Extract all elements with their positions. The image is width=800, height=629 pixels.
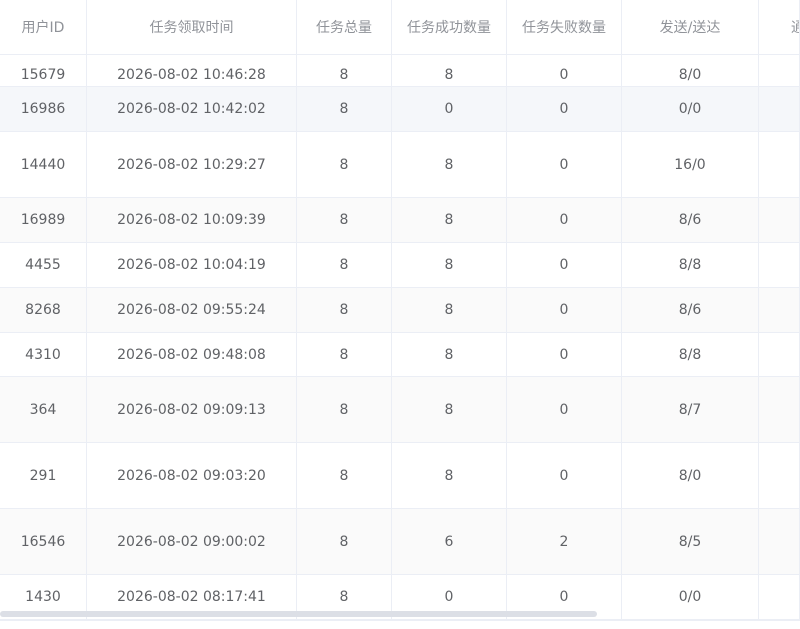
cell-user-id: 364 xyxy=(0,377,87,442)
cell-sent-delivered: 8/5 xyxy=(622,509,759,574)
cell-partial xyxy=(759,377,800,442)
cell-partial xyxy=(759,443,800,508)
table-row[interactable]: 8268 2026-08-02 09:55:24 8 8 0 8/6 xyxy=(0,288,800,333)
table-row[interactable]: 16989 2026-08-02 10:09:39 8 8 0 8/6 xyxy=(0,198,800,243)
cell-success-count: 8 xyxy=(392,132,507,197)
cell-fail-count: 0 xyxy=(507,243,622,287)
cell-success-count: 6 xyxy=(392,509,507,574)
table-row[interactable]: 4455 2026-08-02 10:04:19 8 8 0 8/8 xyxy=(0,243,800,288)
cell-fail-count: 0 xyxy=(507,87,622,131)
table-row[interactable]: 364 2026-08-02 09:09:13 8 8 0 8/7 xyxy=(0,377,800,443)
cell-task-total: 8 xyxy=(297,377,392,442)
table-row[interactable]: 14440 2026-08-02 10:29:27 8 8 0 16/0 xyxy=(0,132,800,198)
cell-user-id: 4455 xyxy=(0,243,87,287)
cell-partial xyxy=(759,198,800,242)
cell-sent-delivered: 8/7 xyxy=(622,377,759,442)
column-header-fail-count[interactable]: 任务失败数量 xyxy=(507,0,622,54)
column-header-sent-delivered[interactable]: 发送/送达 xyxy=(622,0,759,54)
cell-task-total: 8 xyxy=(297,509,392,574)
cell-claim-time: 2026-08-02 10:29:27 xyxy=(87,132,297,197)
cell-sent-delivered: 0/0 xyxy=(622,87,759,131)
cell-fail-count: 0 xyxy=(507,198,622,242)
cell-task-total: 8 xyxy=(297,443,392,508)
cell-partial xyxy=(759,243,800,287)
cell-success-count: 8 xyxy=(392,243,507,287)
table-body: 15679 2026-08-02 10:46:28 8 8 0 8/0 1698… xyxy=(0,0,800,620)
cell-sent-delivered: 8/0 xyxy=(622,443,759,508)
cell-sent-delivered: 8/6 xyxy=(622,198,759,242)
cell-success-count: 8 xyxy=(392,198,507,242)
cell-partial xyxy=(759,509,800,574)
cell-user-id: 16989 xyxy=(0,198,87,242)
cell-user-id: 16986 xyxy=(0,87,87,131)
cell-success-count: 8 xyxy=(392,377,507,442)
cell-claim-time: 2026-08-02 09:48:08 xyxy=(87,333,297,376)
horizontal-scrollbar[interactable] xyxy=(0,611,800,619)
column-header-task-total[interactable]: 任务总量 xyxy=(297,0,392,54)
cell-sent-delivered: 8/8 xyxy=(622,243,759,287)
cell-fail-count: 0 xyxy=(507,288,622,332)
column-header-partial[interactable]: 通 xyxy=(759,0,800,54)
cell-fail-count: 0 xyxy=(507,377,622,442)
column-header-user-id[interactable]: 用户ID xyxy=(0,0,87,54)
cell-claim-time: 2026-08-02 09:03:20 xyxy=(87,443,297,508)
cell-task-total: 8 xyxy=(297,87,392,131)
cell-sent-delivered: 8/6 xyxy=(622,288,759,332)
cell-success-count: 8 xyxy=(392,333,507,376)
cell-claim-time: 2026-08-02 09:09:13 xyxy=(87,377,297,442)
column-header-claim-time[interactable]: 任务领取时间 xyxy=(87,0,297,54)
cell-task-total: 8 xyxy=(297,333,392,376)
cell-claim-time: 2026-08-02 10:04:19 xyxy=(87,243,297,287)
cell-fail-count: 0 xyxy=(507,443,622,508)
cell-user-id: 291 xyxy=(0,443,87,508)
cell-partial xyxy=(759,87,800,131)
horizontal-scrollbar-thumb[interactable] xyxy=(0,611,597,617)
cell-task-total: 8 xyxy=(297,243,392,287)
cell-sent-delivered: 16/0 xyxy=(622,132,759,197)
cell-partial xyxy=(759,288,800,332)
data-table: 用户ID 任务领取时间 任务总量 任务成功数量 任务失败数量 发送/送达 通 1… xyxy=(0,0,800,629)
cell-fail-count: 0 xyxy=(507,132,622,197)
cell-user-id: 4310 xyxy=(0,333,87,376)
table-row[interactable]: 291 2026-08-02 09:03:20 8 8 0 8/0 xyxy=(0,443,800,509)
cell-user-id: 16546 xyxy=(0,509,87,574)
cell-user-id: 8268 xyxy=(0,288,87,332)
cell-success-count: 8 xyxy=(392,288,507,332)
cell-fail-count: 2 xyxy=(507,509,622,574)
table-bottom-border xyxy=(0,620,800,621)
cell-fail-count: 0 xyxy=(507,333,622,376)
cell-partial xyxy=(759,132,800,197)
cell-task-total: 8 xyxy=(297,288,392,332)
cell-claim-time: 2026-08-02 10:09:39 xyxy=(87,198,297,242)
cell-task-total: 8 xyxy=(297,198,392,242)
cell-claim-time: 2026-08-02 09:55:24 xyxy=(87,288,297,332)
table-row[interactable]: 16986 2026-08-02 10:42:02 8 0 0 0/0 xyxy=(0,87,800,132)
column-header-success-count[interactable]: 任务成功数量 xyxy=(392,0,507,54)
table-row[interactable]: 16546 2026-08-02 09:00:02 8 6 2 8/5 xyxy=(0,509,800,575)
cell-success-count: 0 xyxy=(392,87,507,131)
table-row[interactable]: 4310 2026-08-02 09:48:08 8 8 0 8/8 xyxy=(0,333,800,377)
cell-user-id: 14440 xyxy=(0,132,87,197)
cell-claim-time: 2026-08-02 10:42:02 xyxy=(87,87,297,131)
cell-claim-time: 2026-08-02 09:00:02 xyxy=(87,509,297,574)
cell-task-total: 8 xyxy=(297,132,392,197)
cell-partial xyxy=(759,333,800,376)
cell-sent-delivered: 8/8 xyxy=(622,333,759,376)
cell-success-count: 8 xyxy=(392,443,507,508)
table-header: 用户ID 任务领取时间 任务总量 任务成功数量 任务失败数量 发送/送达 通 xyxy=(0,0,800,55)
